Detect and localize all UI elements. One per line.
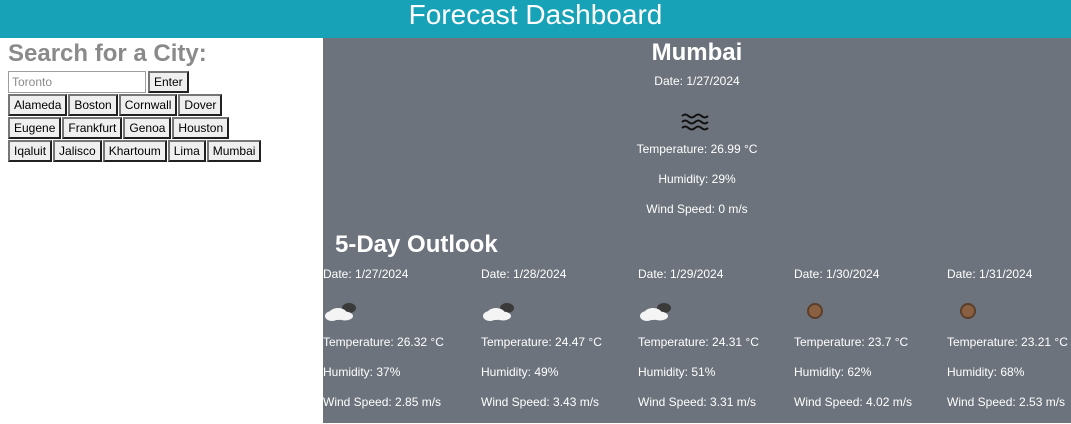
- forecast-temperature: Temperature: 23.21 °C: [947, 335, 1068, 349]
- forecast-date: Date: 1/27/2024: [323, 267, 409, 281]
- forecast-humidity: Humidity: 37%: [323, 365, 401, 379]
- forecast-humidity: Humidity: 68%: [947, 365, 1025, 379]
- search-title: Search for a City:: [8, 40, 207, 67]
- forecast-wind-speed: Wind Speed: 3.43 m/s: [481, 395, 600, 409]
- forecast-temperature: Temperature: 23.7 °C: [794, 335, 909, 349]
- history-city-button[interactable]: Jalisco: [53, 140, 102, 162]
- forecast-date: Date: 1/29/2024: [638, 267, 724, 281]
- forecast-wind-speed: Wind Speed: 2.85 m/s: [323, 395, 442, 409]
- forecast-temperature: Temperature: 26.32 °C: [323, 335, 444, 349]
- forecast-wind-speed: Wind Speed: 2.53 m/s: [947, 395, 1066, 409]
- few-clouds-icon: [483, 303, 514, 321]
- current-wind-speed: Wind Speed: 0 m/s: [646, 202, 748, 216]
- forecast-humidity: Humidity: 51%: [638, 365, 716, 379]
- few-clouds-icon: [325, 303, 356, 321]
- search-history: Alameda Boston Cornwall Dover Eugene Fra…: [8, 94, 266, 163]
- current-city-name: Mumbai: [651, 39, 743, 66]
- history-city-button[interactable]: Dover: [178, 94, 223, 116]
- history-city-button[interactable]: Alameda: [8, 94, 68, 116]
- forecast-temperature: Temperature: 24.31 °C: [638, 335, 759, 349]
- current-date: Date: 1/27/2024: [654, 74, 740, 88]
- history-city-button[interactable]: Lima: [167, 140, 206, 162]
- forecast-humidity: Humidity: 49%: [481, 365, 559, 379]
- forecast-date: Date: 1/30/2024: [794, 267, 880, 281]
- history-city-button[interactable]: Genoa: [123, 117, 172, 139]
- history-city-button[interactable]: Khartoum: [102, 140, 167, 162]
- history-city-button[interactable]: Eugene: [8, 117, 62, 139]
- history-city-button[interactable]: Mumbai: [206, 140, 262, 162]
- current-temperature: Temperature: 26.99 °C: [636, 142, 758, 156]
- forecast-date: Date: 1/31/2024: [947, 267, 1033, 281]
- clear-sky-icon: [960, 303, 976, 319]
- forecast-wind-speed: Wind Speed: 4.02 m/s: [794, 395, 913, 409]
- history-city-button[interactable]: Iqaluit: [8, 140, 53, 162]
- history-city-button[interactable]: Cornwall: [118, 94, 178, 116]
- forecast-humidity: Humidity: 62%: [794, 365, 872, 379]
- history-city-button[interactable]: Boston: [68, 94, 118, 116]
- few-clouds-icon: [640, 303, 671, 321]
- history-city-button[interactable]: Houston: [172, 117, 230, 139]
- forecast-date: Date: 1/28/2024: [481, 267, 567, 281]
- search-panel: Search for a City: Enter Alameda Boston …: [8, 40, 320, 163]
- page-title: Forecast Dashboard: [408, 0, 663, 30]
- search-row: Enter: [8, 71, 320, 93]
- forecast-wind-speed: Wind Speed: 3.31 m/s: [638, 395, 757, 409]
- current-humidity: Humidity: 29%: [658, 172, 736, 186]
- haze-icon: [681, 113, 709, 131]
- clear-sky-icon: [807, 303, 823, 319]
- forecast-temperature: Temperature: 24.47 °C: [481, 335, 602, 349]
- enter-button[interactable]: Enter: [148, 71, 189, 93]
- dashboard-header: Forecast Dashboard: [0, 0, 1071, 38]
- history-city-button[interactable]: Frankfurt: [62, 117, 123, 139]
- outlook-title: 5-Day Outlook: [335, 231, 498, 258]
- forecast-panel: Mumbai Date: 1/27/2024 Temperature: 26.9…: [323, 38, 1071, 423]
- city-search-input[interactable]: [8, 71, 146, 93]
